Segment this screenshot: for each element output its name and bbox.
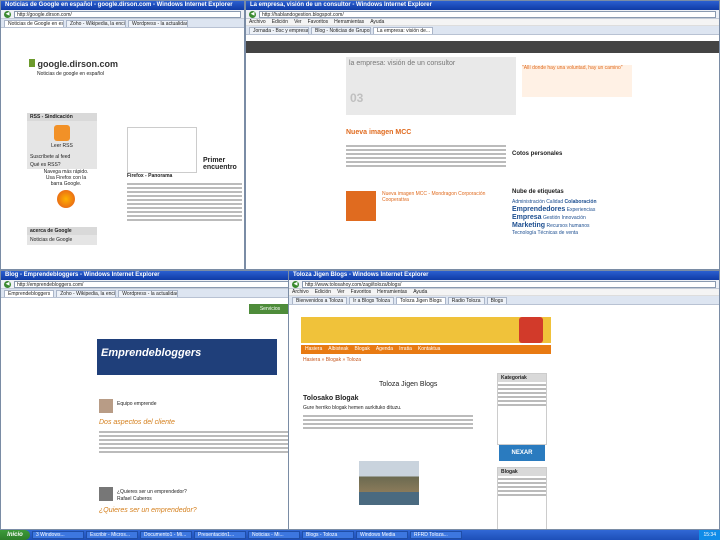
tab-2[interactable]: Zoho - Wikipedia, la enciclopedia (66, 20, 126, 27)
site-tagline: Noticias de google en español (37, 71, 104, 77)
sidebar-title-2: Blogak (498, 468, 546, 476)
nav-bar[interactable]: Hasiera Albisteak Blogak Agenda Irratia … (301, 345, 551, 354)
blog-title: la empresa: visión de un consultor (349, 60, 456, 67)
tab-3[interactable]: Wordpress - la actualidad (118, 290, 179, 297)
taskbar: Inicio 3 Windows... Escribir - Micros...… (0, 530, 720, 540)
tab-1[interactable]: Jornada - Bsc y empresa en... (249, 27, 309, 34)
tab-2[interactable]: Blog - Noticias de Grupos Infoso... (311, 27, 371, 34)
breadcrumb[interactable]: Hasiera » Blogak » Toloza (303, 357, 361, 363)
post-title[interactable]: Tolosako Blogak (303, 395, 359, 402)
nav-agenda[interactable]: Agenda (376, 345, 393, 354)
sidebar-label: Servicios (249, 304, 291, 314)
nav-blogs[interactable]: Blogak (355, 345, 370, 354)
site-header (301, 317, 551, 343)
quote-box: "Allí donde hay una voluntad, hay un cam… (522, 65, 632, 97)
taskbar-item[interactable]: Blogs - Toloza (302, 531, 354, 539)
site-name: google.dirson.com (37, 59, 119, 69)
tab-2[interactable]: Ir a Blogs Toloza (349, 297, 395, 304)
browser-window-google-dirson[interactable]: Noticias de Google en español - google.d… (0, 0, 245, 270)
system-clock: 15:34 (699, 530, 720, 540)
tab-3[interactable]: Wordpress - la actualidad (128, 20, 188, 27)
sidebar-title-2: Nube de etiquetas (512, 189, 564, 195)
menu-bar[interactable]: Archivo Edición Ver Favoritos Herramientas Ay… (289, 289, 719, 296)
town-photo (359, 461, 419, 505)
taskbar-item[interactable]: 3 Windows... (32, 531, 84, 539)
avatar (99, 399, 113, 413)
intro-text: Gure herriko blogak hemen aurkituko ditu… (303, 405, 402, 411)
back-icon[interactable]: ◀ (249, 10, 256, 18)
tab-1[interactable]: Bienvenidos a Toloza (292, 297, 348, 304)
taskbar-item[interactable]: Windows Media (356, 531, 408, 539)
section-title: acerca de Google (27, 227, 97, 235)
tag-cloud[interactable]: Administración Calidad Colaboración Empr… (512, 199, 612, 237)
ad-box (127, 127, 197, 173)
taskbar-item[interactable]: Presentación1... (194, 531, 246, 539)
rss-label[interactable]: Leer RSS (31, 143, 93, 149)
menu-bar[interactable]: Archivo Edición Ver Favoritos Herramientas Ay… (246, 19, 719, 26)
mcc-logo (346, 191, 376, 221)
firefox-text[interactable]: Navega más rápido. Usa Firefox con la ba… (41, 169, 91, 187)
page-title: Toloza Jigen Blogs (379, 381, 438, 388)
rss-icon[interactable] (54, 125, 70, 141)
post1-author: Equipo emprende (117, 401, 157, 407)
sidebar-title-1: Cotos personales (512, 151, 563, 157)
post2-author: Rafael Cuberos (117, 496, 152, 502)
site-banner: Emprendebloggers (97, 339, 277, 375)
tab-3[interactable]: La empresa: visión de... (373, 27, 433, 34)
browser-window-la-empresa[interactable]: La empresa, visión de un consultor - Win… (245, 0, 720, 270)
taskbar-item[interactable]: Documento1 - Mi... (140, 531, 192, 539)
post2-title[interactable]: ¿Quieres ser un emprendedor? (117, 489, 187, 495)
logo-text: Emprendebloggers (101, 347, 202, 359)
taskbar-item[interactable]: RFRD Toloza... (410, 531, 462, 539)
window-title: La empresa, visión de un consultor - Win… (246, 1, 719, 10)
post1-title[interactable]: Dos aspectos del cliente (99, 419, 175, 426)
window-title: Blog - Emprendebloggers - Windows Intern… (1, 271, 294, 280)
start-button[interactable]: Inicio (0, 530, 30, 540)
avatar (99, 487, 113, 501)
nav-radio[interactable]: Irratia (399, 345, 412, 354)
window-title: Noticias de Google en español - google.d… (1, 1, 244, 10)
nav-home[interactable]: Hasiera (305, 345, 322, 354)
image-caption: Nueva imagen MCC - Mondragon Corporación… (382, 191, 486, 203)
date-badge: 03 (350, 91, 364, 105)
address-bar[interactable]: http://google.dirson.com/ (14, 10, 241, 18)
back-icon[interactable]: ◀ (4, 10, 11, 18)
taskbar-item[interactable]: Escribir - Micros... (86, 531, 138, 539)
taskbar-item[interactable]: Noticias - Mi... (248, 531, 300, 539)
tab-5[interactable]: Blogs (486, 297, 508, 304)
blog-header: la empresa: visión de un consultor 03 (346, 57, 516, 115)
tab-1[interactable]: Emprendebloggers (4, 290, 55, 297)
article-title: Primer encuentro (203, 157, 237, 171)
browser-window-toloza[interactable]: Toloza Jigen Blogs - Windows Internet Ex… (288, 270, 720, 530)
nexar-badge[interactable]: NEXAR (499, 445, 545, 461)
post3-title[interactable]: ¿Quieres ser un emprendedor? (99, 507, 197, 514)
tab-4[interactable]: Radio Toloza (447, 297, 485, 304)
rss-item-what[interactable]: Qué es RSS? (27, 161, 97, 169)
firefox-icon[interactable] (57, 190, 75, 208)
tab-3[interactable]: Toloza Jigen Blogs (396, 297, 446, 304)
town-crest (519, 317, 543, 343)
rss-item-subscribe[interactable]: Suscríbete al feed (27, 153, 97, 161)
address-bar[interactable]: http://emprendebloggers.com/ (14, 280, 291, 288)
address-bar[interactable]: http://hablandogestion.blogspot.com/ (259, 10, 716, 18)
site-icon (29, 59, 35, 67)
nav-news[interactable]: Albisteak (328, 345, 348, 354)
tab-1[interactable]: Noticias de Google en español (4, 20, 64, 27)
tab-2[interactable]: Zoho - Wikipedia, la enciclopedia (56, 290, 117, 297)
rss-heading: RSS - Sindicación (27, 113, 97, 121)
address-bar[interactable]: http://www.tolosahoy.com/zagi/toloza/blo… (302, 280, 716, 288)
back-icon[interactable]: ◀ (4, 280, 11, 288)
sidebar-title-1: Kategoriak (498, 374, 546, 382)
post-title[interactable]: Nueva imagen MCC (346, 129, 411, 136)
window-title: Toloza Jigen Blogs - Windows Internet Ex… (289, 271, 719, 280)
nav-contact[interactable]: Kontaktua (418, 345, 441, 354)
browser-window-emprendebloggers[interactable]: Blog - Emprendebloggers - Windows Intern… (0, 270, 295, 530)
back-icon[interactable]: ◀ (292, 280, 299, 288)
section-item[interactable]: Noticias de Google (27, 235, 97, 245)
blogger-navbar[interactable] (246, 41, 719, 53)
article-lead: Firefox - Panorama (127, 173, 173, 179)
